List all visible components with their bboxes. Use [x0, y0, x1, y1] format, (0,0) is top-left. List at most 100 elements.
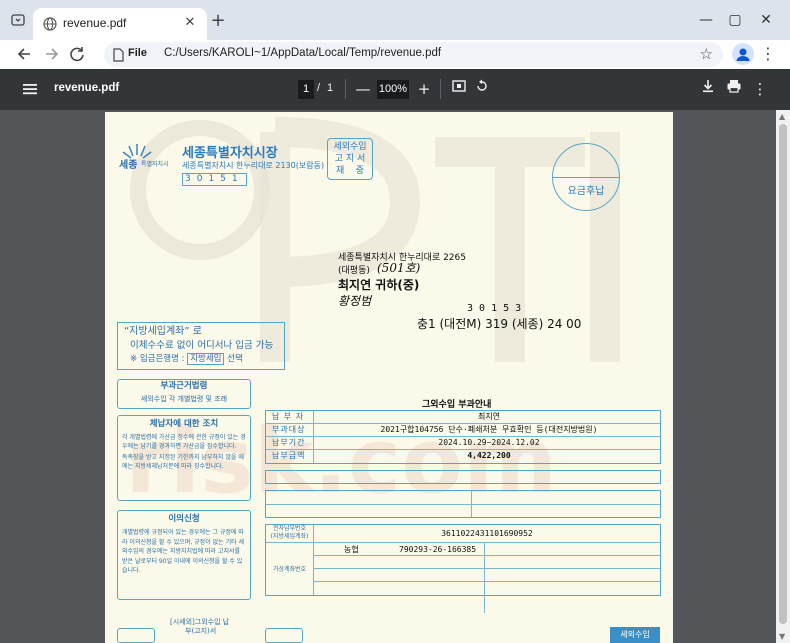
delinquency-item-1: 각 개별법령에 가산금 징수에 관한 규정이 있는 경우에는 납기를 경과하면 … [122, 434, 246, 450]
bank-name-highlight: 지방세입 [187, 353, 225, 365]
bank-box-line-1: “지방세입계좌” 로 [124, 326, 202, 337]
account-table: 전자납부번호 (지방세입계좌) 3611022431101690952 가상계좌… [265, 524, 661, 613]
tab-search-icon[interactable] [10, 12, 26, 28]
rotate-icon[interactable] [471, 78, 493, 100]
file-icon [112, 47, 124, 62]
page-total: 1 [327, 82, 334, 94]
fit-page-icon[interactable] [448, 78, 470, 100]
notice-table: 납 부 자 최지연 부과대상 2021구합104756 단수·폐쇄처분 무효확인… [265, 410, 661, 464]
pdf-document-name: revenue.pdf [54, 82, 120, 94]
delinquency-box: 체납자에 대한 조치 각 개별법령에 가산금 징수에 관한 규정이 있는 경우에… [117, 415, 251, 501]
period-label: 납부기간 [266, 437, 314, 449]
objection-body: 개별법령에 규정되어 있는 경우에는 그 규정에 따라 이의신청을 할 수 있으… [122, 529, 245, 574]
empty-box [265, 470, 661, 484]
table-row: 납 부 자 최지연 [266, 411, 660, 424]
browser-toolbar: File C:/Users/KAROLI~1/AppData/Local/Tem… [0, 40, 790, 69]
scrollbar-thumb[interactable] [779, 124, 787, 624]
virtual-account-row: 농협 790293-26-166385 [314, 543, 660, 613]
footer-stamp: 세외수입 [610, 627, 660, 643]
scroll-down-icon[interactable]: ▼ [779, 632, 785, 641]
back-icon[interactable] [14, 43, 36, 65]
stamp-line-2: 고 지 서 [334, 154, 366, 164]
empty-box-divider [471, 491, 472, 517]
sender-logo-text: 세종 [119, 160, 138, 171]
period-value: 2024.10.29~2024.12.02 [438, 438, 540, 447]
sender-logo: 세종 특별자치시 [119, 142, 177, 172]
subject-label: 부과대상 [266, 424, 314, 436]
blank-row [314, 569, 660, 582]
minimize-icon[interactable]: — [693, 8, 719, 32]
recipient-name: 최지연 귀하(중) [338, 278, 420, 292]
toolbar-divider [440, 79, 441, 99]
legal-basis-title: 부과근거법령 [160, 381, 208, 391]
virtual-account-number: 790293-26-166385 [399, 545, 477, 554]
zoom-in-icon[interactable]: + [413, 78, 435, 100]
bank-box-line-3: ※ 입금은행명 : 지방세입 선택 [124, 353, 278, 366]
footer-logo-right [265, 628, 303, 643]
footer-logo-left [117, 628, 155, 643]
subject-value: 2021구합104756 단수·폐쇄처분 무효확인 등(대전지방법원) [380, 425, 598, 434]
more-options-icon[interactable]: ⋮ [749, 78, 771, 100]
document-type-stamp: 세외수입 고 지 서 재 중 [327, 138, 373, 180]
hamburger-menu-icon[interactable] [22, 81, 38, 97]
empty-box [265, 490, 661, 518]
scroll-up-icon[interactable]: ▲ [779, 112, 785, 121]
account-label: 전자납부번호 (지방세입계좌) [266, 525, 314, 543]
download-icon[interactable] [697, 78, 719, 100]
legal-basis-box: 부과근거법령 세외수입 각 개별법령 및 조례 [117, 379, 251, 409]
zoom-level-input[interactable]: 100% [377, 80, 409, 99]
amount-label: 납부금액 [266, 450, 314, 463]
postage-mark-text: 요금후납 [567, 186, 605, 197]
virtual-account-label: 가상계좌번호 [266, 543, 314, 595]
print-icon[interactable] [723, 78, 745, 100]
delinquency-item-2: 독촉장을 받고 지정된 기한까지 납부하지 않을 때에는 지방세체납처분에 따라… [122, 454, 244, 470]
forward-icon[interactable] [40, 43, 62, 65]
zoom-out-icon[interactable]: — [352, 78, 374, 100]
tab-close-icon[interactable]: ✕ [181, 14, 199, 32]
sender-postcode: 30151 [182, 173, 247, 186]
close-icon[interactable]: ✕ [753, 8, 779, 32]
postage-mark: 요금후납 [552, 143, 620, 211]
bookmark-star-icon[interactable]: ☆ [700, 45, 713, 63]
vertical-scrollbar[interactable]: ▲ ▼ [776, 110, 790, 643]
tab-revenue-pdf[interactable]: revenue.pdf ✕ [33, 8, 207, 40]
tab-strip: revenue.pdf ✕ + — ▢ ✕ [0, 0, 790, 40]
footer-left-text-2: 부(고지)서 [185, 627, 217, 635]
payer-value: 최지연 [477, 412, 501, 421]
file-scheme-label: File [128, 47, 147, 59]
delinquency-title: 체납자에 대한 조치 [149, 419, 219, 429]
recipient-district: (대평동) [338, 266, 370, 276]
new-tab-icon[interactable]: + [209, 10, 227, 32]
table-row: 부과대상 2021구합104756 단수·폐쇄처분 무효확인 등(대전지방법원) [266, 424, 660, 437]
recipient-handwritten-unit: (501호) [377, 261, 421, 275]
pdf-viewer-area[interactable]: risk.com 세종 특별자치시 세종특별자치시장 세종특별자치시 한누리대로… [0, 110, 790, 643]
page-separator: / [317, 82, 321, 94]
pdf-page: risk.com 세종 특별자치시 세종특별자치시장 세종특별자치시 한누리대로… [105, 112, 673, 643]
footer-stamp-text: 세외수입 [620, 630, 650, 639]
profile-avatar-icon[interactable] [732, 43, 754, 65]
amount-value: 4,422,200 [467, 451, 511, 460]
notice-title: 그외수입 부과안내 [422, 400, 492, 410]
blank-row [314, 556, 660, 569]
sender-postcode-digits: 30151 [185, 174, 244, 184]
legal-basis-body: 세외수입 각 개별법령 및 조례 [140, 395, 228, 403]
maximize-icon[interactable]: ▢ [722, 8, 748, 32]
table-row: 납부기간 2024.10.29~2024.12.02 [266, 437, 660, 450]
sender-organization: 세종특별자치시장 [182, 146, 278, 161]
sender-logo-sub: 특별자치시 [141, 161, 169, 168]
toolbar-divider [345, 79, 346, 99]
tab-title: revenue.pdf [63, 16, 127, 30]
objection-box: 이의신청 개별법령에 규정되어 있는 경우에는 그 규정에 따라 이의신청을 할… [117, 510, 251, 600]
objection-title: 이의신청 [168, 514, 200, 524]
page-number-input[interactable]: 1 [298, 80, 314, 99]
sorting-code: 충1 (대전M) 319 (세종) 24 00 [417, 317, 582, 331]
recipient-handwritten-name: 황정범 [338, 294, 372, 308]
reload-icon[interactable] [66, 43, 88, 65]
url-text[interactable]: C:/Users/KAROLI~1/AppData/Local/Temp/rev… [164, 47, 441, 59]
browser-menu-icon[interactable]: ⋮ [760, 44, 776, 64]
address-bar[interactable]: File C:/Users/KAROLI~1/AppData/Local/Tem… [104, 42, 723, 67]
bank-box-line-3-prefix: ※ 입금은행명 : [130, 354, 188, 364]
sender-address: 세종특별자치시 한누리대로 2130(보람동) [182, 161, 325, 170]
postage-mark-divider [553, 177, 619, 178]
bank-box-line-3-suffix: 선택 [224, 354, 243, 364]
